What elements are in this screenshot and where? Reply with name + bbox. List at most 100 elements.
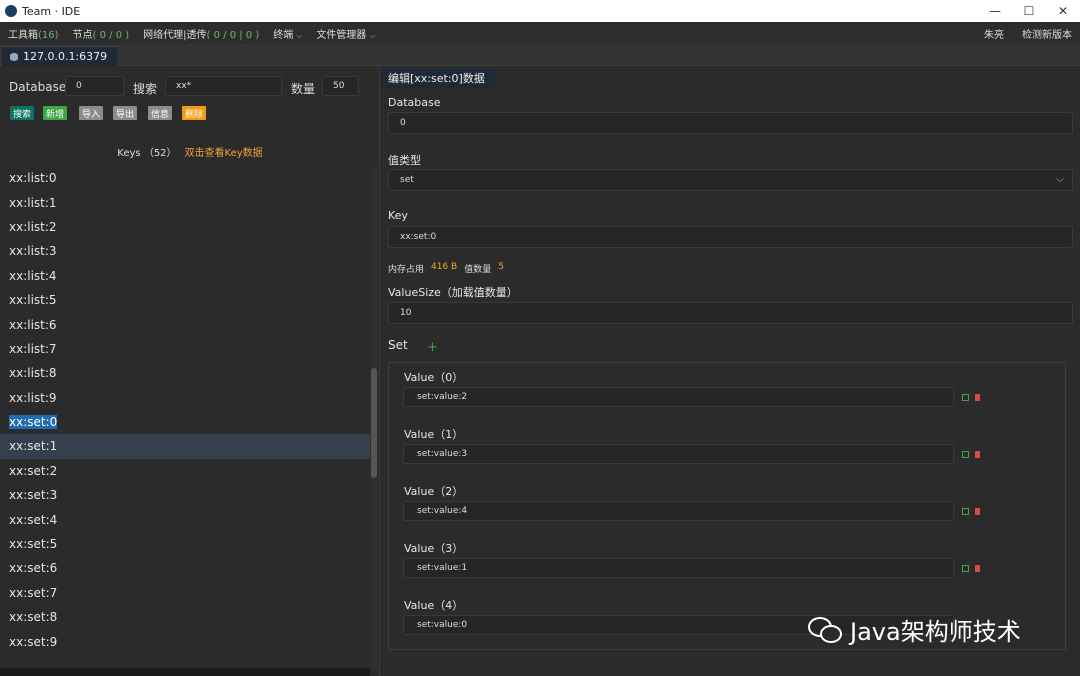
tab-edit[interactable]: 编辑[xx:set:0]数据 [381,68,497,88]
database-input[interactable]: 0 [65,76,124,96]
menu-nodes-label: 节点 [72,29,93,41]
delete-icon[interactable] [975,394,980,401]
menu-terminal[interactable]: 终端 ⌵ [273,26,302,41]
key-list-item[interactable]: xx:set:5 [0,532,370,556]
set-value-input[interactable]: set:value:2 [403,387,954,407]
key-name: xx:list:1 [9,195,57,210]
set-value-input[interactable]: set:value:4 [403,501,954,521]
menu-file-manager[interactable]: 文件管理器 ⌵ [316,26,375,41]
key-name: xx:set:3 [9,488,58,503]
key-name: xx:list:4 [9,268,57,283]
count-label: 数量 [291,82,316,96]
add-value-icon[interactable]: + [427,340,438,355]
key-input[interactable]: xx:set:0 [388,226,1073,248]
connection-tab-strip: 127.0.0.1:6379 [0,44,1080,66]
scrollbar-thumb[interactable] [371,368,377,478]
search-label: 搜索 [133,82,158,96]
menu-nodes[interactable]: 节点( 0 / 0 ) [73,26,130,41]
key-list-item[interactable]: xx:list:6 [0,312,370,336]
set-value-input[interactable]: set:value:3 [403,444,954,464]
delete-button[interactable]: 删除 [182,106,207,120]
key-name: xx:list:6 [9,317,57,332]
key-list-item[interactable]: xx:set:9 [0,629,370,653]
close-button[interactable]: ✕ [1040,0,1080,22]
keys-list: xx:list:0 xx:list:1 xx:list:2 xx:list:3 xx:l… [0,166,370,666]
search-input[interactable]: xx* [165,76,282,96]
save-icon[interactable] [962,508,969,515]
user-name[interactable]: 朱亮 [984,26,1004,41]
value-size-label: ValueSize（加载值数量） [388,286,518,299]
key-list-item[interactable]: xx:set:4 [0,507,370,531]
title-bar: Team · IDE — ☐ ✕ [0,0,1080,22]
import-button[interactable]: 导入 [79,106,104,120]
value-type-select[interactable]: set ⌵ [388,169,1073,191]
key-list-item[interactable]: xx:set:0 [0,410,370,434]
set-value-label: Value（4） [404,599,464,612]
set-value-input[interactable]: set:value:1 [403,558,954,578]
info-button[interactable]: 信息 [148,106,173,120]
key-list-item[interactable]: xx:set:2 [0,459,370,483]
keys-count: Keys （52） [117,148,177,159]
key-list-item[interactable]: xx:set:8 [0,605,370,629]
editor-database-input[interactable]: 0 [388,112,1073,134]
watermark-text: Java架构师技术 [850,618,1021,646]
chevron-down-icon: ⌵ [296,30,303,40]
database-icon [10,52,18,61]
menu-toolbox[interactable]: 工具箱(16) [8,26,59,41]
app-logo-icon [5,5,17,17]
value-count-label: 值数量 [464,265,492,275]
key-list-item[interactable]: xx:list:0 [0,166,370,190]
key-name: xx:set:0 [9,415,58,430]
key-name: xx:list:8 [9,366,57,381]
key-list-item[interactable]: xx:list:1 [0,190,370,214]
memory-info: 内存占用 416 B 值数量 5 [388,262,504,275]
key-name: xx:set:1 [9,439,58,454]
keys-vertical-scrollbar[interactable] [370,166,378,668]
key-name: xx:list:7 [9,341,57,356]
key-list-item[interactable]: xx:set:3 [0,483,370,507]
key-list-item[interactable]: xx:list:4 [0,264,370,288]
key-list-item[interactable]: xx:list:9 [0,386,370,410]
key-list-item[interactable]: xx:list:7 [0,337,370,361]
delete-icon[interactable] [975,451,980,458]
keys-panel: Database 0 搜索 xx* 数量 50 搜索 新增 导入 导出 信息 删… [0,66,380,676]
key-list-item[interactable]: xx:list:8 [0,361,370,385]
key-name: xx:list:9 [9,390,57,405]
save-icon[interactable] [962,451,969,458]
key-name: xx:set:7 [9,585,58,600]
set-value-label: Value（1） [404,428,464,441]
key-list-item[interactable]: xx:set:7 [0,581,370,605]
value-type-selected: set [400,175,414,185]
value-size-input[interactable]: 10 [388,302,1073,324]
keys-horizontal-scrollbar[interactable] [0,668,370,676]
key-list-item[interactable]: xx:set:6 [0,556,370,580]
export-button[interactable]: 导出 [113,106,138,120]
save-icon[interactable] [962,394,969,401]
key-name: xx:list:0 [9,171,57,186]
add-button[interactable]: 新增 [43,106,68,120]
key-list-item[interactable]: xx:list:3 [0,239,370,263]
wechat-icon [808,615,844,645]
value-count-value: 5 [498,262,504,272]
search-button[interactable]: 搜索 [10,106,35,120]
count-input[interactable]: 50 [322,76,359,96]
check-update-button[interactable]: 检测新版本 [1022,26,1072,41]
key-name: xx:list:3 [9,244,57,259]
key-list-item[interactable]: xx:list:5 [0,288,370,312]
value-type-label: 值类型 [388,154,421,167]
database-label: Database [9,80,67,94]
window-title: Team · IDE [22,4,81,18]
menu-toolbox-label: 工具箱 [8,29,38,41]
tab-connection[interactable]: 127.0.0.1:6379 [2,46,117,66]
menu-proxy[interactable]: 网络代理|透传( 0 / 0 | 0 ) [143,26,259,41]
key-name: xx:list:2 [9,219,57,234]
editor-panel: 编辑[xx:set:0]数据 Database 0 值类型 set ⌵ Key … [381,66,1080,676]
delete-icon[interactable] [975,565,980,572]
key-list-item[interactable]: xx:set:1 [0,434,370,459]
save-icon[interactable] [962,565,969,572]
set-values-box: Value（0） set:value:2 Value（1） set:value:3 Va… [388,362,1066,650]
key-list-item[interactable]: xx:list:2 [0,215,370,239]
menu-nodes-count: ( 0 / 0 ) [92,29,130,41]
menu-proxy-count: ( 0 / 0 | 0 ) [206,29,260,41]
delete-icon[interactable] [975,508,980,515]
